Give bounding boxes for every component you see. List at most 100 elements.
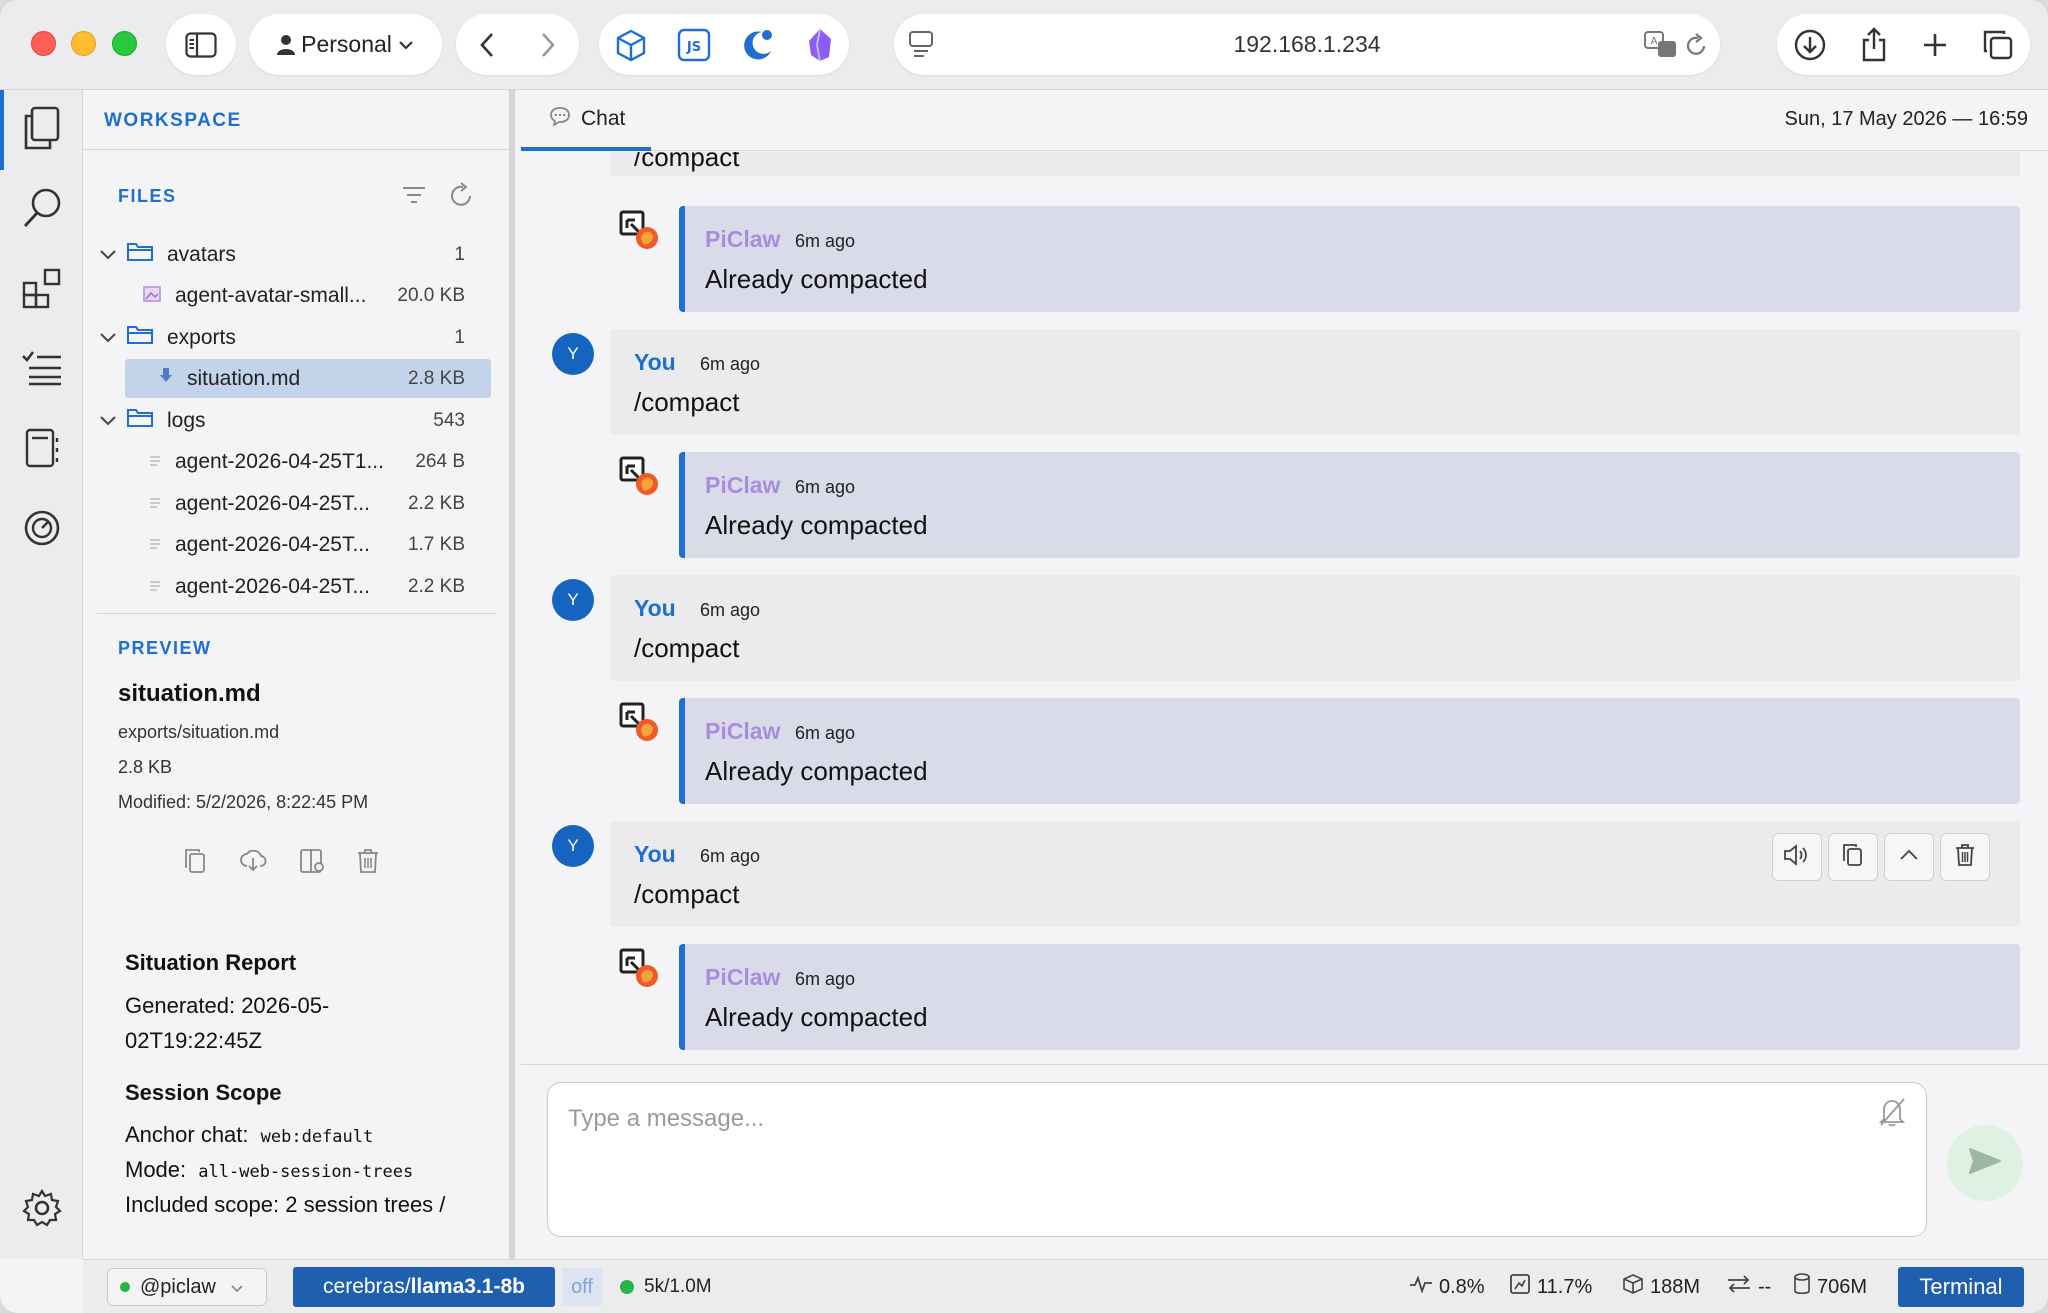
copy-message-button[interactable] (1828, 833, 1878, 881)
speak-button[interactable] (1772, 833, 1822, 881)
tab-overview-icon[interactable] (1982, 29, 2014, 61)
tree-item-label: logs (167, 408, 206, 432)
notebook-icon (23, 428, 61, 473)
back-button[interactable] (479, 32, 495, 58)
doc-generated-line2: 02T19:22:45Z (125, 1028, 262, 1053)
profile-menu-button[interactable]: Personal (249, 14, 442, 75)
chat-message-partial: /compact (610, 152, 2020, 176)
new-tab-icon[interactable] (1921, 31, 1949, 59)
zoom-window-button[interactable] (112, 31, 137, 56)
chevron-down-icon (230, 1276, 244, 1299)
tree-item-meta: 1.7 KB (407, 533, 465, 555)
chevron-down-icon (99, 243, 117, 267)
refresh-icon[interactable] (448, 182, 474, 213)
tree-file-log[interactable]: agent-2026-04-25T1... 264 B (93, 442, 491, 481)
minimize-window-button[interactable] (71, 31, 96, 56)
url-text: 192.168.1.234 (1233, 31, 1381, 57)
bot-avatar (617, 700, 661, 744)
chat-message-bot: PiClaw 6m ago Already compacted (679, 698, 2020, 804)
tab-chat[interactable]: Chat (521, 90, 651, 151)
tree-file-log[interactable]: agent-2026-04-25T... 2.2 KB (93, 567, 491, 606)
activity-tasks-button[interactable] (0, 330, 83, 410)
chat-bubble-icon (549, 106, 571, 132)
files-icon (22, 106, 62, 155)
model-selector[interactable]: cerebras/ llama3.1-8b (293, 1267, 555, 1307)
close-window-button[interactable] (31, 31, 56, 56)
model-name: llama3.1-8b (410, 1275, 525, 1298)
activity-settings-button[interactable] (0, 1170, 83, 1250)
moon-extension-icon[interactable] (740, 27, 776, 63)
tree-folder-exports[interactable]: exports 1 (93, 318, 491, 357)
send-button[interactable] (1947, 1125, 2023, 1201)
share-icon[interactable] (1860, 26, 1888, 63)
doc-subheading: Session Scope (125, 1080, 282, 1105)
browser-toolbar: Personal JS 192.168.1.234 A (0, 0, 2048, 90)
preview-path: exports/situation.md (118, 722, 280, 742)
tree-file-log[interactable]: agent-2026-04-25T... 2.2 KB (93, 484, 491, 523)
activity-dashboard-button[interactable] (0, 490, 83, 570)
activity-notebook-button[interactable] (0, 410, 83, 490)
tree-folder-logs[interactable]: logs 543 (93, 401, 491, 440)
preview-actions (183, 848, 379, 879)
open-preview-icon[interactable] (299, 848, 325, 879)
tree-file-log[interactable]: agent-2026-04-25T... 1.7 KB (93, 525, 491, 564)
send-icon (1968, 1147, 2002, 1180)
message-author: PiClaw (705, 472, 781, 498)
tree-folder-avatars[interactable]: avatars 1 (93, 235, 491, 274)
chat-message-bot: PiClaw 6m ago Already compacted (679, 206, 2020, 312)
activity-search-button[interactable] (0, 170, 83, 250)
agent-selector[interactable]: @piclaw (107, 1268, 267, 1306)
collapse-message-button[interactable] (1884, 833, 1934, 881)
workspace-sidebar: WORKSPACE FILES avatars 1 agent-avatar-s… (83, 90, 515, 1259)
text-file-icon (149, 492, 161, 516)
filter-icon[interactable] (401, 184, 427, 211)
message-input[interactable] (568, 1101, 1868, 1137)
translate-icon[interactable]: A (1644, 31, 1678, 59)
text-file-icon (149, 575, 161, 599)
download-cloud-icon[interactable] (239, 848, 267, 879)
chevron-up-icon (1899, 848, 1919, 866)
cube-extension-icon[interactable] (614, 28, 648, 62)
message-text: /compact (634, 633, 740, 663)
activity-bar (0, 90, 83, 1259)
download-icon[interactable] (1793, 28, 1827, 62)
doc-included-scope: Included scope: 2 session trees / (125, 1192, 446, 1217)
forward-button[interactable] (540, 32, 556, 58)
memory-value: 188M (1650, 1275, 1701, 1298)
thinking-toggle[interactable]: off (562, 1268, 602, 1306)
copy-icon[interactable] (183, 848, 207, 879)
obsidian-extension-icon[interactable] (805, 27, 835, 63)
tree-item-label: avatars (167, 242, 236, 266)
extensions-icon (21, 267, 63, 314)
message-time: 6m ago (795, 723, 856, 743)
sidebar-toggle-button[interactable] (166, 14, 236, 75)
message-time: 6m ago (700, 846, 761, 866)
divider (97, 613, 497, 614)
reload-icon[interactable] (1684, 32, 1708, 58)
image-file-icon (143, 284, 161, 308)
tree-item-label: agent-2026-04-25T... (175, 574, 370, 598)
folder-icon (127, 242, 153, 268)
message-author: PiClaw (705, 964, 781, 990)
extensions-bar: JS (599, 14, 849, 75)
tree-file-situation-md[interactable]: situation.md 2.8 KB (125, 359, 491, 398)
js-extension-icon[interactable]: JS (677, 28, 711, 62)
notifications-off-icon[interactable] (1878, 1097, 1906, 1132)
anchor-label: Anchor chat: (125, 1122, 249, 1147)
agent-label: @piclaw (140, 1275, 216, 1298)
tree-file-agent-avatar[interactable]: agent-avatar-small... 20.0 KB (93, 276, 491, 315)
sidebar-icon (185, 31, 217, 58)
doc-heading: Situation Report (125, 950, 297, 975)
user-avatar: Y (552, 825, 594, 867)
activity-extensions-button[interactable] (0, 250, 83, 330)
activity-files-button[interactable] (0, 90, 83, 170)
activity-icon (1409, 1275, 1433, 1299)
chat-message-user: You 6m ago /compact (610, 821, 2020, 927)
delete-message-button[interactable] (1940, 833, 1990, 881)
terminal-button[interactable]: Terminal (1898, 1267, 2024, 1307)
address-bar[interactable]: 192.168.1.234 A (894, 14, 1720, 75)
trash-icon[interactable] (357, 848, 379, 879)
status-dot (620, 1280, 634, 1294)
doc-generated-line1: Generated: 2026-05- (125, 993, 330, 1018)
workspace-label: WORKSPACE (104, 110, 242, 131)
